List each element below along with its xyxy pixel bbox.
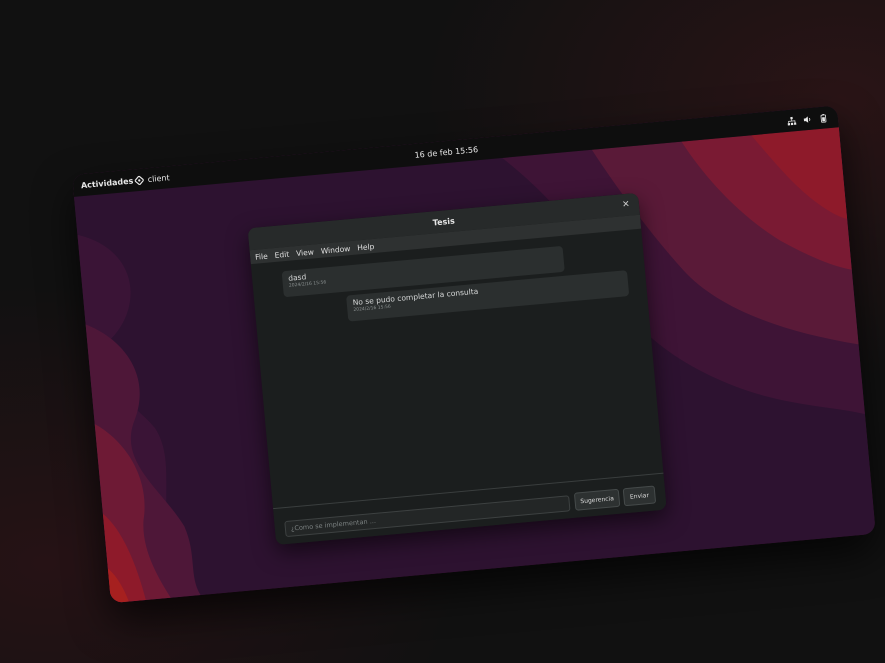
suggestion-button[interactable]: Sugerencia — [573, 488, 621, 511]
battery-icon — [820, 113, 827, 123]
menu-help[interactable]: Help — [357, 241, 375, 252]
send-button-label: Enviar — [629, 491, 650, 501]
app-window: Tesis ✕ File Edit View Window Help dasd … — [247, 192, 667, 545]
close-icon: ✕ — [621, 199, 631, 211]
close-button[interactable]: ✕ — [619, 198, 632, 211]
network-icon — [787, 116, 797, 125]
window-title: Tesis — [432, 216, 456, 227]
app-name: client — [147, 172, 170, 184]
desktop-screen: Actividades client 16 de feb 15:56 Tesis… — [72, 105, 876, 604]
clock-label: 16 de feb 15:56 — [414, 144, 479, 160]
volume-icon — [803, 115, 811, 123]
app-icon — [134, 175, 145, 185]
suggestion-button-label: Sugerencia — [580, 494, 615, 505]
menu-view[interactable]: View — [296, 247, 315, 258]
system-tray[interactable] — [786, 106, 829, 132]
send-button[interactable]: Enviar — [622, 485, 657, 507]
activities-label: Actividades — [80, 175, 134, 190]
menu-file[interactable]: File — [255, 251, 268, 261]
app-menu[interactable]: client — [134, 166, 171, 191]
menu-edit[interactable]: Edit — [274, 249, 289, 259]
chat-area[interactable]: dasd 2024/2/16 15:56 No se pudo completa… — [251, 229, 664, 510]
menu-window[interactable]: Window — [320, 244, 350, 256]
